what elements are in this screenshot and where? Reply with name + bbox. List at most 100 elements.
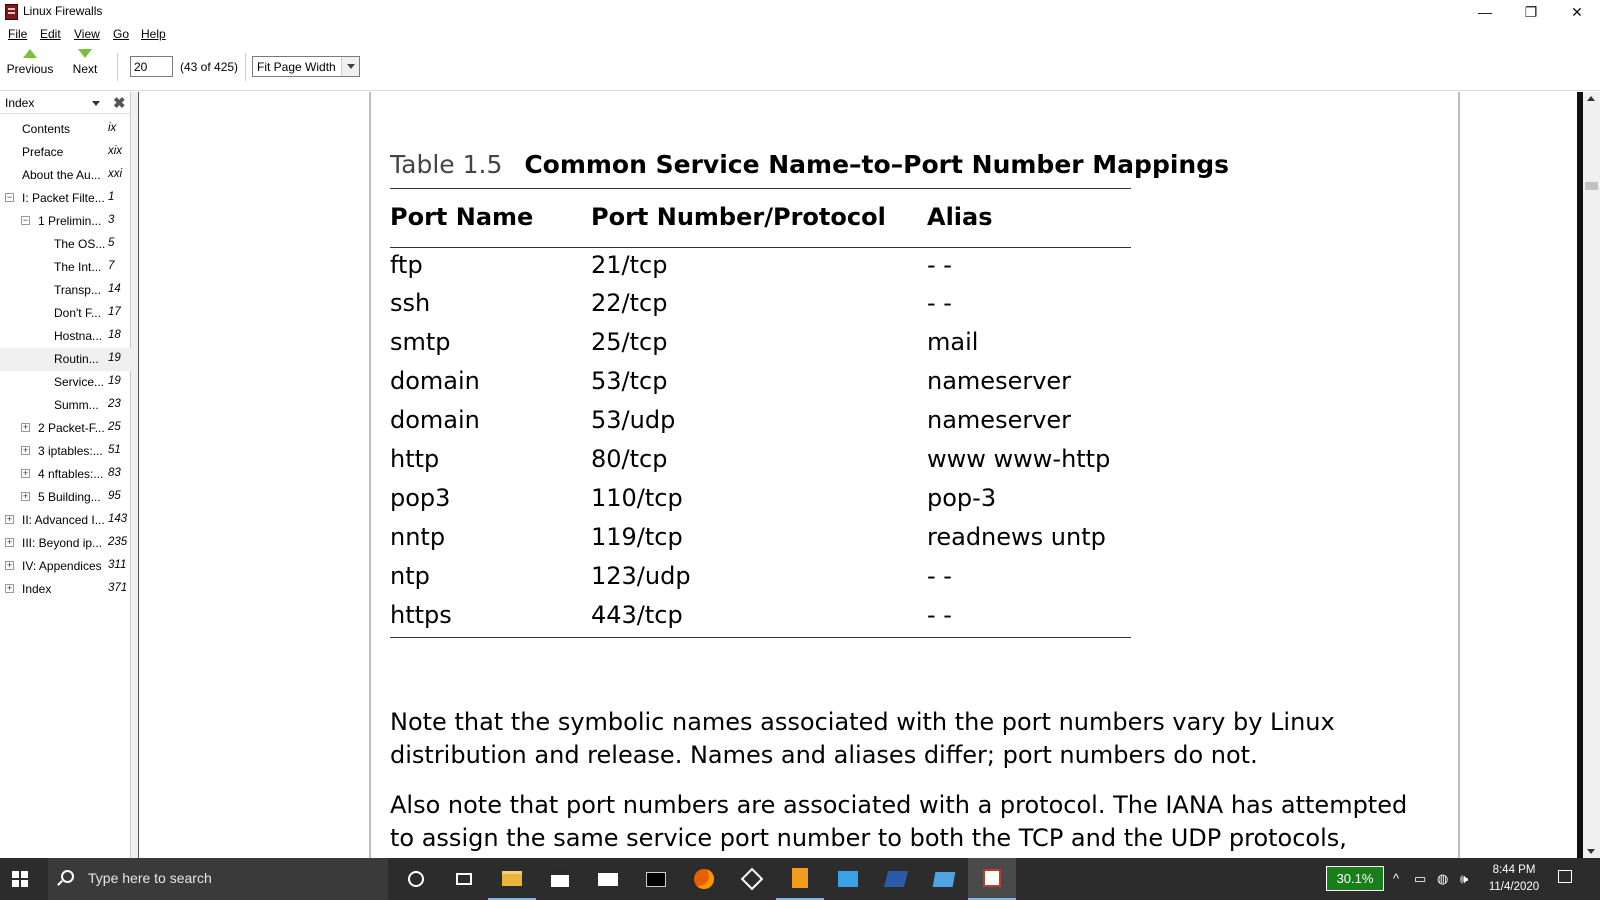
sidebar-item-section-selected[interactable]: Routin... 19	[0, 348, 131, 371]
sidebar-item-page: xix	[108, 145, 123, 157]
close-button[interactable]: ✕	[1554, 0, 1600, 24]
sidebar-item-label: Routin...	[54, 352, 99, 366]
caption-rule	[390, 188, 1131, 189]
virtualbox-icon[interactable]	[728, 858, 776, 900]
sidebar-item-section[interactable]: Summ... 23	[0, 394, 131, 417]
sidebar-item-page: 18	[108, 329, 121, 341]
chevron-up-icon[interactable]: ^	[1393, 871, 1399, 886]
menu-file[interactable]: File	[8, 27, 27, 41]
powershell-icon[interactable]	[872, 858, 920, 900]
sidebar-item-label: Index	[22, 582, 52, 596]
sidebar-item-about[interactable]: About the Au... xxi	[0, 164, 131, 187]
remote-desktop-icon[interactable]	[824, 858, 872, 900]
column-header: Alias	[927, 203, 993, 231]
menu-help[interactable]: Help	[141, 27, 166, 41]
task-view-icon[interactable]	[440, 858, 488, 900]
sublime-text-icon[interactable]	[776, 858, 824, 900]
body-paragraph: Note that the symbolic names associated …	[390, 707, 1335, 769]
sidebar-item-index[interactable]: + Index 371	[0, 578, 131, 601]
page-border	[369, 92, 371, 858]
firefox-icon[interactable]	[680, 858, 728, 900]
volume-icon[interactable]: 🕪	[1460, 871, 1468, 887]
expand-icon[interactable]: +	[21, 469, 30, 478]
search-placeholder: Type here to search	[88, 870, 212, 886]
taskbar-search[interactable]: Type here to search	[48, 858, 388, 900]
sidebar-item-part-2[interactable]: + II: Advanced I... 143	[0, 509, 131, 532]
sidebar-item-section[interactable]: The OS... 5	[0, 233, 131, 256]
chevron-down-icon[interactable]	[92, 101, 100, 106]
sidebar-item-section[interactable]: Don't F... 17	[0, 302, 131, 325]
menu-view[interactable]: View	[74, 27, 100, 41]
scroll-up-icon[interactable]	[1587, 96, 1595, 101]
collapse-icon[interactable]: −	[5, 193, 14, 202]
table-row: smtp 25/tcp mail	[390, 325, 1131, 364]
zoom-select[interactable]: Fit Page Width	[252, 56, 360, 77]
sidebar-item-contents[interactable]: Contents ix	[0, 118, 131, 141]
next-button[interactable]: Next	[68, 47, 102, 76]
previous-button[interactable]: Previous	[6, 47, 54, 76]
expand-icon[interactable]: +	[5, 538, 14, 547]
chevron-down-icon[interactable]	[341, 57, 359, 76]
expand-icon[interactable]: +	[5, 515, 14, 524]
table-cell: domain	[390, 406, 480, 434]
notification-icon[interactable]	[1558, 870, 1572, 883]
sidebar-item-chapter-4[interactable]: + 4 nftables:... 83	[0, 463, 131, 486]
table-row: http 80/tcp www www-http	[390, 442, 1131, 481]
sidebar-item-label: Transp...	[54, 283, 101, 297]
sidebar-item-section[interactable]: The Int... 7	[0, 256, 131, 279]
sidebar-item-part-3[interactable]: + III: Beyond ip... 235	[0, 532, 131, 555]
sidebar-item-preface[interactable]: Preface xix	[0, 141, 131, 164]
expand-icon[interactable]: +	[21, 446, 30, 455]
expand-icon[interactable]: +	[5, 561, 14, 570]
scroll-thumb[interactable]	[1585, 182, 1598, 190]
network-icon[interactable]: ◍	[1437, 871, 1448, 887]
menu-edit[interactable]: Edit	[40, 27, 61, 41]
table-cell: 80/tcp	[591, 445, 668, 473]
sidebar-item-chapter-5[interactable]: + 5 Building... 95	[0, 486, 131, 509]
scroll-down-icon[interactable]	[1587, 849, 1595, 854]
sidebar-item-page: 3	[108, 214, 115, 226]
vertical-scrollbar[interactable]	[1583, 92, 1600, 858]
expand-icon[interactable]: +	[21, 492, 30, 501]
sidebar-item-section[interactable]: Service... 19	[0, 371, 131, 394]
sidebar-item-label: Preface	[22, 145, 64, 159]
sidebar-item-label: 4 nftables:...	[38, 467, 104, 481]
window-title: Linux Firewalls	[23, 4, 103, 18]
table-cell: 443/tcp	[591, 598, 927, 638]
minimize-button[interactable]: —	[1462, 0, 1508, 24]
sidebar-item-chapter-1[interactable]: − 1 Prelimin... 3	[0, 210, 131, 233]
app-window-icon[interactable]	[920, 858, 968, 900]
battery-icon[interactable]: ▭	[1414, 871, 1426, 887]
windows-start-icon[interactable]	[12, 871, 28, 887]
battery-indicator[interactable]: 30.1%	[1326, 866, 1384, 891]
sidebar-item-page: 23	[108, 398, 121, 410]
sidebar-item-chapter-3[interactable]: + 3 iptables:... 51	[0, 440, 131, 463]
sidebar-item-chapter-2[interactable]: + 2 Packet-F... 25	[0, 417, 131, 440]
sidebar-item-part-4[interactable]: + IV: Appendices 311	[0, 555, 131, 578]
terminal-icon[interactable]	[632, 858, 680, 900]
clock[interactable]: 8:44 PM 11/4/2020	[1484, 862, 1544, 896]
menu-go[interactable]: Go	[113, 27, 129, 41]
sidebar-item-label: I: Packet Filte...	[22, 191, 105, 205]
close-icon[interactable]: ✖	[113, 94, 126, 112]
sidebar-item-page: 311	[108, 559, 127, 571]
cortana-icon[interactable]	[392, 858, 440, 900]
sidebar-item-section[interactable]: Hostna... 18	[0, 325, 131, 348]
sidebar-item-label: 2 Packet-F...	[38, 421, 105, 435]
sidebar-item-page: 235	[108, 536, 128, 548]
file-explorer-icon[interactable]	[488, 858, 536, 900]
expand-icon[interactable]: +	[5, 584, 14, 593]
restore-button[interactable]: ❐	[1508, 0, 1554, 24]
sidebar-item-label: Contents	[22, 122, 71, 136]
collapse-icon[interactable]: −	[21, 216, 30, 225]
sidebar-item-section[interactable]: Transp... 14	[0, 279, 131, 302]
mail-icon[interactable]	[584, 858, 632, 900]
store-icon[interactable]	[536, 858, 584, 900]
sidebar-item-part-1[interactable]: − I: Packet Filte... 1	[0, 187, 131, 210]
expand-icon[interactable]: +	[21, 423, 30, 432]
ebook-reader-icon[interactable]	[968, 858, 1016, 900]
sidebar-splitter[interactable]	[131, 92, 139, 858]
sidebar-item-page: 25	[108, 421, 121, 433]
page-number-input[interactable]	[130, 56, 173, 77]
clock-time: 8:44 PM	[1492, 864, 1536, 876]
